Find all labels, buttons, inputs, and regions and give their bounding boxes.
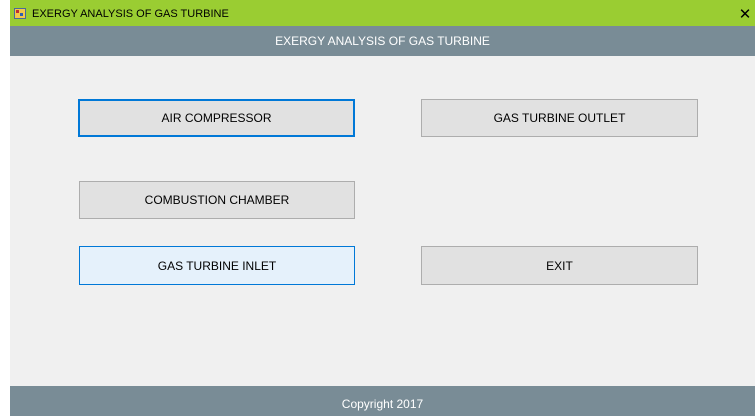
close-icon[interactable]: ✕ <box>735 0 755 26</box>
combustion-chamber-button[interactable]: COMBUSTION CHAMBER <box>79 181 355 219</box>
title-bar[interactable]: EXERGY ANALYSIS OF GAS TURBINE ✕ <box>10 0 755 26</box>
window-title: EXERGY ANALYSIS OF GAS TURBINE <box>32 8 229 20</box>
page-title: EXERGY ANALYSIS OF GAS TURBINE <box>275 34 490 48</box>
app-icon <box>14 8 26 19</box>
app-window: EXERGY ANALYSIS OF GAS TURBINE ✕ EXERGY … <box>10 0 755 416</box>
copyright-text: Copyright 2017 <box>341 397 424 411</box>
footer-bar: Copyright 2017 <box>10 386 755 416</box>
gas-turbine-outlet-button[interactable]: GAS TURBINE OUTLET <box>421 99 698 137</box>
header-bar: EXERGY ANALYSIS OF GAS TURBINE <box>10 26 755 56</box>
gas-turbine-inlet-button[interactable]: GAS TURBINE INLET <box>79 246 355 285</box>
exit-button[interactable]: EXIT <box>421 246 698 285</box>
air-compressor-button[interactable]: AIR COMPRESSOR <box>78 99 355 137</box>
